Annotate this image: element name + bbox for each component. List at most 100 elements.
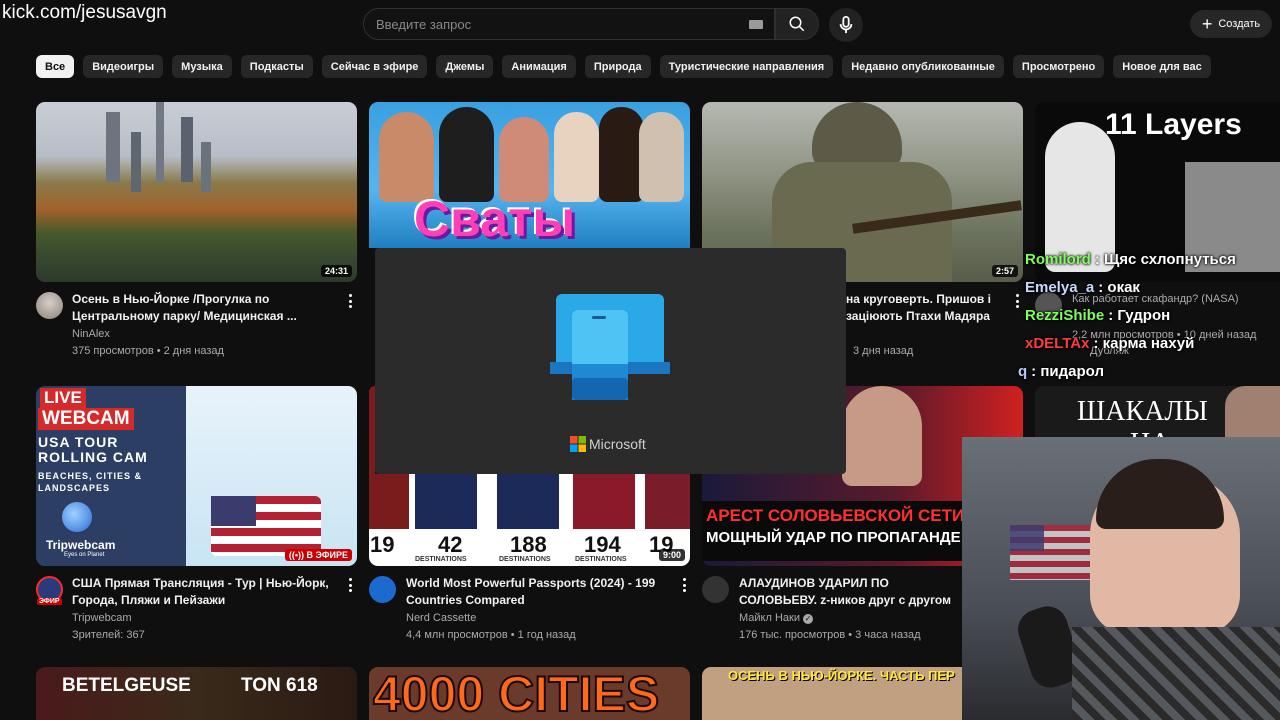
brand-name: Tripwebcam — [46, 538, 116, 552]
video-meta: 4,4 млн просмотров • 1 год назад — [406, 629, 576, 641]
video-thumbnail[interactable]: LIVE WEBCAM USA TOUR ROLLING CAM BEACHES… — [36, 386, 357, 566]
video-title[interactable]: на круговерть. Пришов і заціюють Птахи М… — [846, 291, 1006, 325]
destinations-label: DESTINATIONS — [499, 556, 551, 563]
streamer-webcam — [962, 437, 1280, 720]
thumb-line: USA TOUR — [38, 434, 119, 450]
more-options-icon[interactable] — [1015, 294, 1019, 308]
video-thumbnail[interactable]: ШАКАЛЫ НА — [1035, 386, 1280, 437]
video-meta: Зрителей: 367 — [72, 629, 145, 641]
more-options-icon[interactable] — [682, 578, 686, 592]
stream-url: kick.com/jesusavgn — [2, 2, 167, 23]
chat-username: q — [1018, 363, 1028, 380]
video-title[interactable]: World Most Powerful Passports (2024) - 1… — [406, 575, 666, 609]
thumbnail-headline: НА — [1130, 428, 1170, 437]
thumbnail-headline: 4000 CITIES — [372, 667, 660, 720]
thumbnail-headline: TON 618 — [241, 675, 318, 696]
channel-name[interactable]: Nerd Cassette — [406, 610, 476, 627]
thumb-line: LANDSCAPES — [38, 483, 111, 493]
verified-icon: ✓ — [803, 614, 814, 624]
video-title[interactable]: Осень в Нью-Йорке /Прогулка по Центральн… — [72, 291, 322, 325]
microsoft-splash-window: Microsoft — [375, 248, 846, 474]
channel-name[interactable]: Tripwebcam — [72, 610, 132, 627]
chip-jams[interactable]: Джемы — [436, 55, 494, 78]
passport-count: 42 — [438, 532, 463, 557]
thumb-line: ROLLING CAM — [38, 449, 148, 465]
search-input[interactable] — [364, 9, 774, 39]
chat-username: Emelya_a — [1025, 279, 1095, 296]
category-chips: Все Видеоигры Музыка Подкасты Сейчас в э… — [36, 55, 1211, 78]
video-thumbnail[interactable]: Сваты — [369, 102, 690, 248]
keyboard-icon[interactable] — [749, 20, 763, 29]
channel-name[interactable]: NinAlex — [72, 326, 110, 343]
chat-username: Romilord — [1025, 251, 1091, 268]
video-meta: 375 просмотров • 2 дня назад — [72, 345, 224, 357]
microsoft-brand: Microsoft — [570, 436, 646, 452]
phone-link-icon — [550, 294, 670, 400]
chip-all[interactable]: Все — [36, 55, 75, 78]
globe-icon — [62, 502, 92, 532]
video-meta: 3 дня назад — [853, 345, 914, 357]
video-thumbnail[interactable]: BETELGEUSE TON 618 — [36, 667, 357, 720]
chip-videogames[interactable]: Видеоигры — [83, 55, 164, 78]
chip-live[interactable]: Сейчас в эфире — [321, 55, 428, 78]
channel-avatar[interactable] — [369, 576, 396, 603]
chip-nature[interactable]: Природа — [584, 55, 651, 78]
chat-message: Emelya_a: окак — [1025, 279, 1140, 296]
chat-message: q: пидарол — [1018, 363, 1104, 380]
destinations-label: DESTINATIONS — [415, 556, 467, 563]
video-thumbnail[interactable]: 19 42 188 194 19 DESTINATIONS DESTINATIO… — [369, 474, 690, 566]
thumbnail-headline: BETELGEUSE — [62, 675, 191, 696]
broadcast-icon: ((•)) — [288, 550, 307, 560]
passport-count: 19 — [370, 532, 395, 557]
video-title[interactable]: США Прямая Трансляция - Тур | Нью-Йорк, … — [72, 575, 342, 609]
video-duration: 2:57 — [991, 265, 1018, 277]
create-label: Создать — [1218, 18, 1261, 30]
chat-username: xDELTAx — [1025, 335, 1090, 352]
chip-travel[interactable]: Туристические направления — [659, 55, 834, 78]
live-badge: ((•)) В ЭФИРЕ — [284, 549, 352, 561]
chip-new-for-you[interactable]: Новое для вас — [1113, 55, 1211, 78]
chat-text: Щяс схлопнуться — [1104, 251, 1236, 268]
more-options-icon[interactable] — [348, 294, 352, 308]
channel-avatar[interactable] — [702, 576, 729, 603]
search-button[interactable] — [775, 8, 819, 40]
create-button[interactable]: + Создать — [1190, 10, 1272, 38]
channel-avatar[interactable] — [36, 292, 63, 319]
video-thumbnail[interactable]: 4000 CITIES — [369, 667, 690, 720]
chip-watched[interactable]: Просмотрено — [1012, 55, 1105, 78]
chat-message: Romilord: Щяс схлопнуться — [1025, 251, 1236, 268]
thumbnail-headline: ОСЕНЬ В НЬЮ-ЙОРКЕ. ЧАСТЬ ПЕР — [728, 668, 955, 683]
thumb-live: LIVE — [40, 388, 86, 408]
video-thumbnail[interactable]: 24:31 — [36, 102, 357, 282]
thumb-line: BEACHES, CITIES & — [38, 471, 143, 481]
chip-music[interactable]: Музыка — [172, 55, 232, 78]
video-duration: 24:31 — [320, 265, 352, 277]
search-icon — [789, 16, 805, 32]
chat-message: RezziShibe: Гудрон — [1025, 307, 1171, 324]
brand-sub: Eyes on Planet — [64, 552, 105, 558]
thumbnail-title: 11 Layers — [1105, 108, 1242, 141]
thumbnail-headline: ШАКАЛЫ — [1077, 396, 1208, 427]
video-thumbnail[interactable]: ОСЕНЬ В НЬЮ-ЙОРКЕ. ЧАСТЬ ПЕР — [702, 667, 963, 720]
search-box[interactable] — [363, 8, 775, 40]
more-options-icon[interactable] — [348, 578, 352, 592]
destinations-label: DESTINATIONS — [575, 556, 627, 563]
thumbnail-headline: АРЕСТ СОЛОВЬЕВСКОЙ СЕТИ — [706, 506, 965, 525]
avatar-live-badge: ЭФИР — [37, 598, 62, 605]
chip-podcasts[interactable]: Подкасты — [240, 55, 313, 78]
video-title[interactable]: АЛАУДИНОВ УДАРИЛ ПО СОЛОВЬЕВУ. z-ников д… — [739, 575, 963, 609]
thumbnail-headline: МОЩНЫЙ УДАР ПО ПРОПАГАНДЕ — [706, 529, 961, 546]
voice-search-button[interactable] — [829, 8, 863, 42]
video-duration: 9:00 — [658, 549, 685, 561]
chat-username: RezziShibe — [1025, 307, 1105, 324]
chat-text: окак — [1107, 279, 1140, 296]
passport-count: 194 — [584, 532, 621, 557]
passport-count: 188 — [510, 532, 547, 557]
chip-animation[interactable]: Анимация — [502, 55, 576, 78]
chat-text: карма нахуй — [1102, 335, 1195, 352]
microsoft-label: Microsoft — [589, 436, 646, 452]
chat-message: xDELTAx: карма нахуй — [1025, 335, 1195, 352]
chat-text: Гудрон — [1117, 307, 1171, 324]
channel-name[interactable]: Майкл Наки ✓ — [739, 610, 814, 627]
chip-recent[interactable]: Недавно опубликованные — [842, 55, 1004, 78]
